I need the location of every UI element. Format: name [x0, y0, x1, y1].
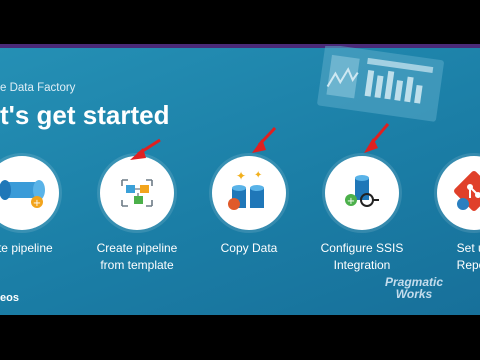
configure-ssis-card[interactable]: + Configure SSIS Integration: [302, 156, 422, 274]
red-arrow-icon: [364, 123, 390, 153]
videos-link[interactable]: eos: [0, 292, 19, 304]
ssis-icon: +: [345, 175, 379, 207]
page-headline: t's get started: [0, 100, 170, 130]
create-pipeline-label: ate pipeline: [0, 241, 53, 255]
red-arrow-icon: [252, 126, 277, 153]
create-from-template-circle[interactable]: [100, 156, 174, 230]
setup-repo-label: Set up Repos: [456, 241, 480, 272]
setup-repo-circle[interactable]: [437, 156, 480, 230]
app-title: e Data Factory: [0, 82, 76, 94]
template-icon: [121, 179, 153, 207]
copy-data-icon: ✦ ✦: [228, 169, 264, 210]
pragmatic-works-watermark: Pragmatic Works: [364, 276, 464, 300]
adf-start-screen: e Data Factory t's get started + ate pip…: [0, 44, 480, 315]
git-repo-icon: [454, 171, 480, 211]
copy-data-card[interactable]: ✦ ✦ Copy Data: [189, 156, 309, 257]
copy-data-label: Copy Data: [220, 241, 278, 255]
create-pipeline-card[interactable]: + ate pipeline: [0, 156, 82, 257]
watermark-line2: Works: [395, 287, 433, 301]
svg-text:✦: ✦: [236, 169, 246, 183]
svg-text:+: +: [33, 198, 41, 209]
setup-repo-card[interactable]: Set up Repos: [414, 156, 480, 274]
copy-data-circle[interactable]: ✦ ✦: [212, 156, 286, 230]
create-from-template-label: Create pipeline from template: [96, 241, 178, 272]
pipeline-icon: +: [0, 180, 45, 209]
svg-text:+: +: [347, 196, 355, 207]
configure-ssis-label: Configure SSIS Integration: [320, 241, 404, 272]
create-pipeline-circle[interactable]: +: [0, 156, 59, 230]
configure-ssis-circle[interactable]: +: [325, 156, 399, 230]
svg-text:✦: ✦: [254, 170, 262, 181]
create-from-template-card[interactable]: Create pipeline from template: [77, 156, 197, 274]
monitor-illustration: [317, 46, 444, 122]
